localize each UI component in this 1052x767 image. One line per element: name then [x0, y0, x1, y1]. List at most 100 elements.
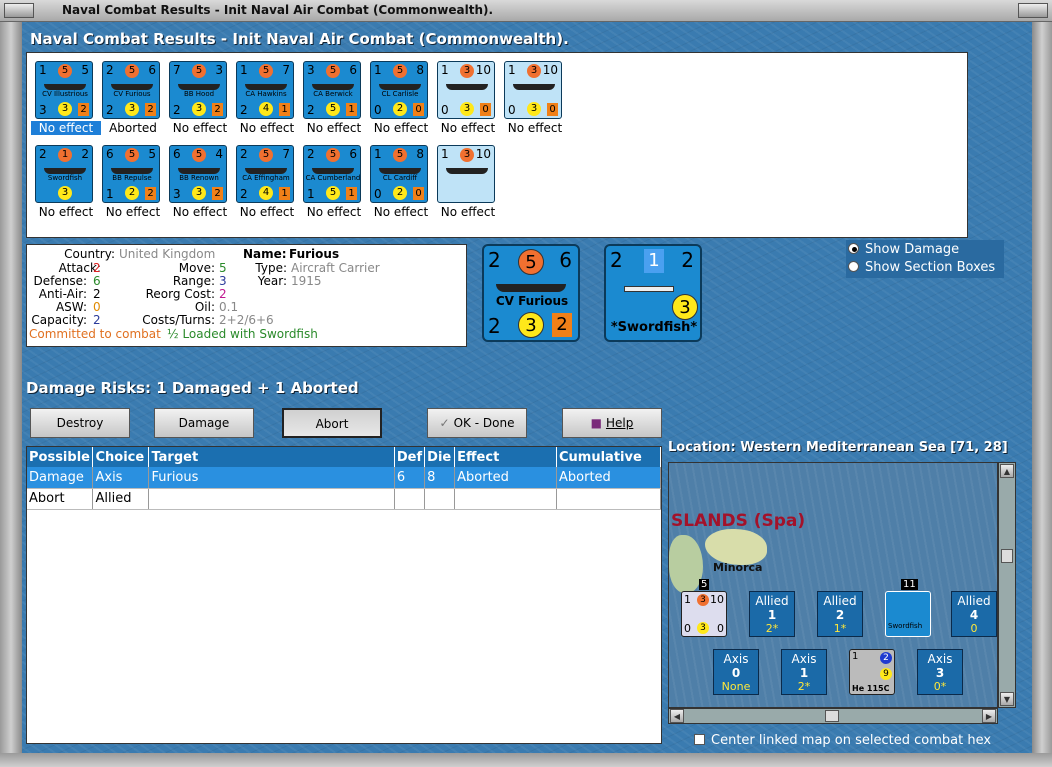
map-stack-tr: 10 [710, 593, 724, 606]
system-menu-icon[interactable] [4, 3, 34, 18]
ok-done-button[interactable]: ✓ OK - Done [427, 408, 527, 438]
counter-red-value: 5 [259, 148, 273, 162]
map-horizontal-scrollbar[interactable]: ◀ ▶ [668, 708, 998, 724]
country-value: United Kingdom [119, 247, 216, 261]
counter-top-right: 6 [349, 147, 357, 161]
scroll-up-icon[interactable]: ▲ [1000, 464, 1014, 478]
table-cell: Furious [148, 467, 395, 489]
counter-orange-value: 2 [212, 103, 223, 116]
column-header[interactable]: Choice [92, 447, 150, 467]
scroll-down-icon[interactable]: ▼ [1000, 692, 1014, 706]
counter-bottom-left: 2 [173, 103, 181, 117]
table-cell [454, 488, 557, 510]
unit-counter[interactable]: 2 1 2 Swordfish 3 No effect [31, 139, 93, 219]
axis-box-3[interactable]: Axis 3 0* [917, 649, 963, 695]
damage-button[interactable]: Damage [154, 408, 254, 438]
unit-counter[interactable]: 1 5 8 CL Carlisle 0 2 0 No effect [366, 55, 428, 135]
table-row[interactable]: Abort Allied [27, 488, 661, 510]
check-icon: ✓ [439, 416, 450, 430]
counter-face: 3 5 6 CA Berwick 2 5 1 [303, 61, 361, 119]
map-stack-red: 3 [697, 594, 709, 606]
unit-counter[interactable]: 2 5 7 CA Effingham 2 4 1 No effect [232, 139, 294, 219]
column-header[interactable]: Cumulative [556, 447, 661, 467]
ok-done-label: OK - Done [453, 416, 515, 430]
allied-box-4[interactable]: Allied 4 0 [951, 591, 997, 637]
counter-red-value: 5 [259, 64, 273, 78]
column-header[interactable]: Def [394, 447, 426, 467]
column-header[interactable]: Possible [27, 447, 94, 467]
counter-face: 2 5 7 CA Effingham 2 4 1 [236, 145, 294, 203]
counter-top-right: 3 [215, 63, 223, 77]
map-view[interactable]: SLANDS (Spa) Minorca 5 1 3 10 0 3 0 Alli… [668, 462, 998, 708]
close-button[interactable] [1018, 3, 1048, 18]
counter-face: 1 3 10 [437, 145, 495, 203]
scroll-right-icon[interactable]: ▶ [982, 709, 996, 723]
unit-counter[interactable]: 6 5 4 BB Renown 3 3 2 No effect [165, 139, 227, 219]
big-ship-move: 6 [559, 248, 572, 272]
unit-counter[interactable]: 6 5 5 BB Repulse 1 2 2 No effect [98, 139, 160, 219]
table-cell: Aborted [454, 467, 557, 489]
counter-red-value: 3 [460, 64, 474, 78]
range-value: 3 [219, 274, 227, 288]
column-header[interactable]: Target [148, 447, 395, 467]
unit-counter[interactable]: 1 5 5 CV Illustrious 3 3 2 No effect [31, 55, 101, 135]
stack-count-2: 11 [901, 579, 918, 590]
title-bar: Naval Combat Results - Init Naval Air Co… [0, 0, 1052, 22]
ship-silhouette-icon [513, 84, 555, 90]
horizontal-scroll-thumb[interactable] [825, 710, 839, 722]
map-vertical-scrollbar[interactable]: ▲ ▼ [998, 462, 1016, 708]
counter-face: 1 5 8 CL Carlisle 0 2 0 [370, 61, 428, 119]
table-row[interactable]: Damage Axis Furious 6 8 Aborted Aborted [27, 467, 661, 489]
show-damage-option[interactable]: Show Damage [848, 242, 959, 257]
unit-counter[interactable]: 1 5 7 CA Hawkins 2 4 1 No effect [232, 55, 294, 135]
unit-counter[interactable]: 1 3 10 No effect [433, 139, 495, 219]
axis-box-1[interactable]: Axis 1 2* [781, 649, 827, 695]
show-section-boxes-option[interactable]: Show Section Boxes [848, 260, 995, 275]
unit-counter[interactable]: 1 3 10 0 3 0 No effect [500, 55, 562, 135]
map-he115-counter[interactable]: 1 2 9 He 115C [849, 649, 895, 695]
counter-face: 2 1 2 Swordfish 3 [35, 145, 93, 203]
frame-edge-bottom [0, 753, 1052, 767]
unit-counter[interactable]: 3 5 6 CA Berwick 2 5 1 No effect [299, 55, 361, 135]
checkbox-icon[interactable] [694, 734, 705, 745]
counter-orange-value: 1 [346, 187, 357, 200]
unit-counter[interactable]: 2 5 6 CV Furious 2 3 2 Aborted [98, 55, 160, 135]
axis-3-count: 3 [935, 666, 945, 680]
column-header[interactable]: Die [424, 447, 456, 467]
center-linked-map-option[interactable]: Center linked map on selected combat hex [694, 733, 991, 748]
radio-unselected-icon[interactable] [848, 261, 859, 272]
unit-counter[interactable]: 7 5 3 BB Hood 2 3 2 No effect [165, 55, 227, 135]
unit-effect: No effect [440, 121, 496, 135]
column-header[interactable]: Effect [454, 447, 557, 467]
unit-counter[interactable]: 2 5 6 CA Cumberland 1 5 1 No effect [299, 139, 361, 219]
counter-top-left: 2 [240, 147, 248, 161]
axis-1-count: 1 [799, 666, 809, 680]
radio-selected-icon[interactable] [848, 243, 859, 254]
table-cell [424, 488, 456, 510]
committed-text: Committed to combat [29, 327, 161, 341]
map-ship-stack[interactable]: 1 3 10 0 3 0 [681, 591, 727, 637]
unit-counter[interactable]: 1 3 10 0 3 0 No effect [433, 55, 495, 135]
abort-button[interactable]: Abort [282, 408, 382, 438]
allied-box-1[interactable]: Allied 1 2* [749, 591, 795, 637]
help-button[interactable]: ■ Help [562, 408, 662, 438]
allied-box-2[interactable]: Allied 2 1* [817, 591, 863, 637]
counter-name: CV Furious [113, 90, 151, 98]
ship-silhouette-icon [496, 284, 566, 292]
vertical-scroll-thumb[interactable] [1001, 549, 1013, 563]
scroll-left-icon[interactable]: ◀ [670, 709, 684, 723]
big-air-counter[interactable]: 2 1 2 3 *Swordfish* [604, 244, 702, 342]
destroy-button[interactable]: Destroy [30, 408, 130, 438]
counter-face: 2 5 6 CA Cumberland 1 5 1 [303, 145, 361, 203]
big-ship-counter[interactable]: 2 5 6 CV Furious 2 3 2 [482, 244, 580, 342]
defense-value: 6 [93, 274, 101, 288]
unit-counter[interactable]: 1 5 8 CL Cardiff 0 2 0 No effect [366, 139, 428, 219]
counter-name: CA Hawkins [245, 90, 287, 98]
allied-1-side: Allied [755, 594, 789, 608]
units-panel: 1 5 5 CV Illustrious 3 3 2 No effect 2 5 6 CV Furio… [26, 52, 968, 238]
window-title: Naval Combat Results - Init Naval Air Co… [62, 3, 494, 17]
axis-box-0[interactable]: Axis 0 None [713, 649, 759, 695]
map-he-yel: 9 [880, 668, 892, 680]
map-swordfish-counter[interactable]: Swordfish [885, 591, 931, 637]
counter-face: 6 5 4 BB Renown 3 3 2 [169, 145, 227, 203]
